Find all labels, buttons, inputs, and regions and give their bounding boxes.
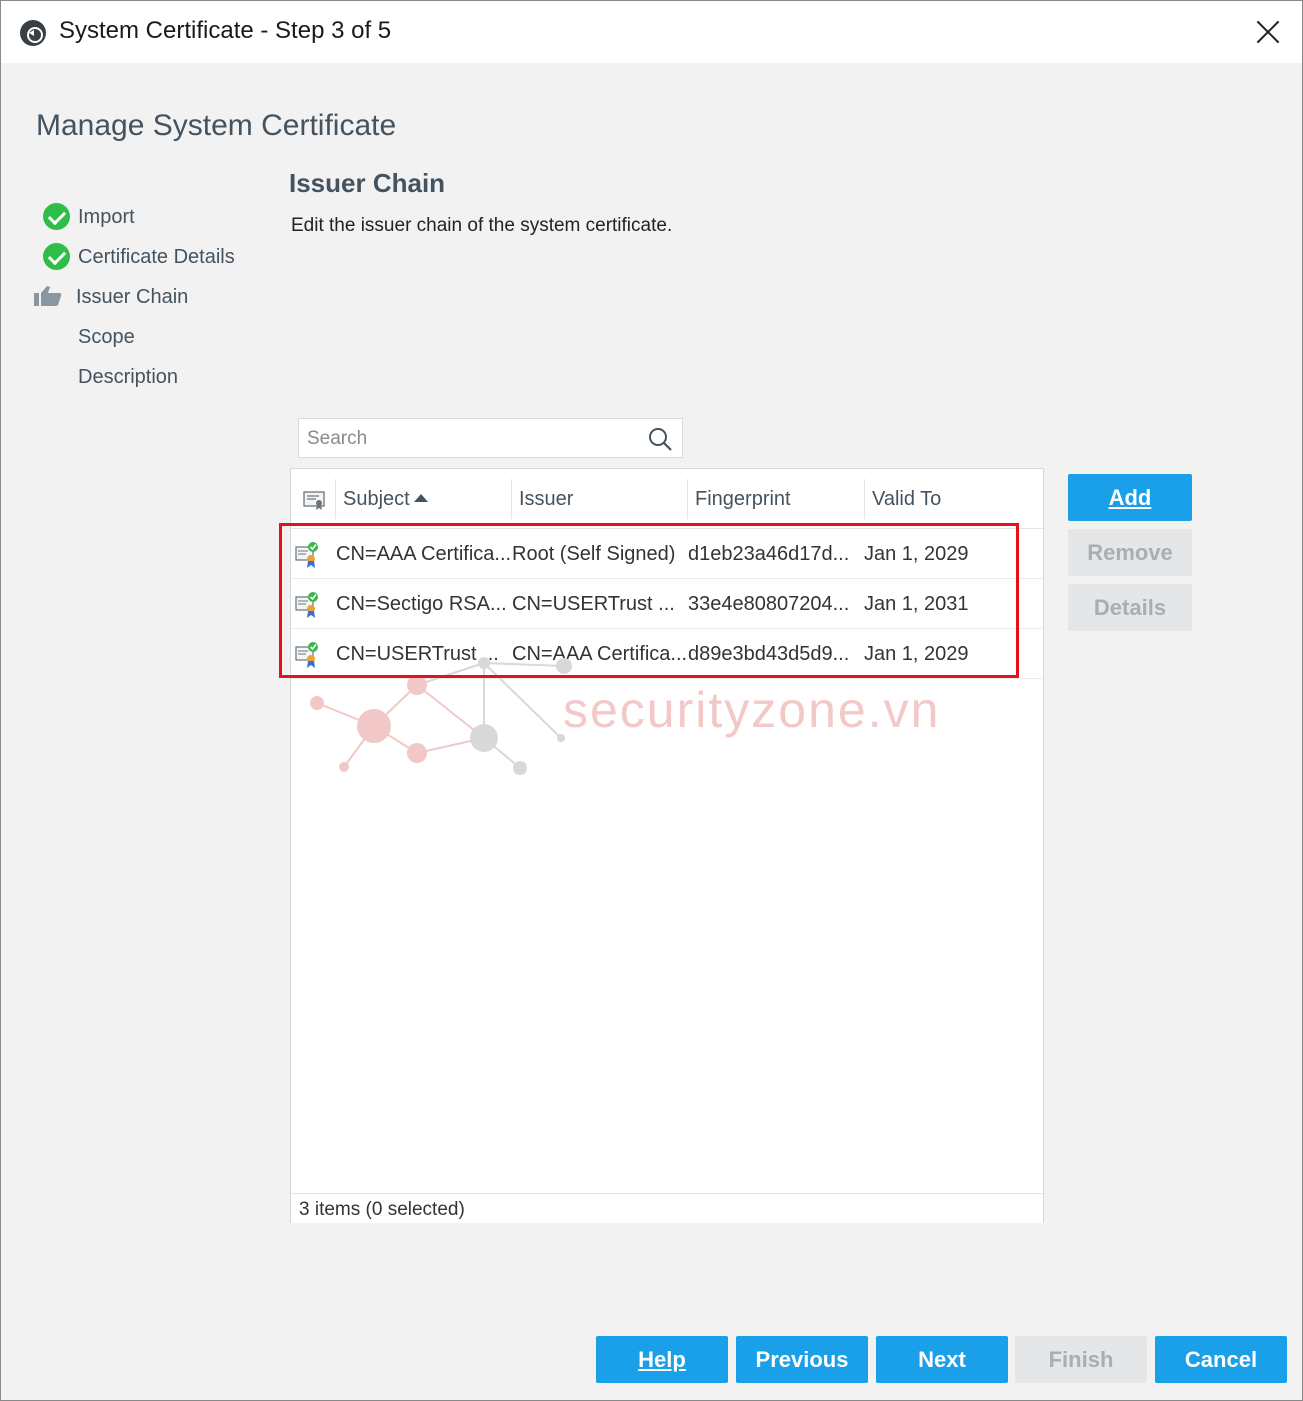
help-button[interactable]: Help [596, 1336, 728, 1383]
cell-issuer: Root (Self Signed) [512, 543, 676, 565]
search-input[interactable] [307, 427, 637, 451]
help-button-label: Help [638, 1347, 686, 1372]
details-button[interactable]: Details [1068, 584, 1192, 631]
cell-valid-to: Jan 1, 2031 [864, 593, 969, 615]
sort-ascending-icon [413, 494, 428, 502]
finish-button-label: Finish [1048, 1347, 1114, 1372]
finish-button[interactable]: Finish [1015, 1336, 1147, 1383]
close-icon[interactable] [1251, 15, 1285, 49]
previous-button-label: Previous [755, 1347, 849, 1372]
cancel-button[interactable]: Cancel [1155, 1336, 1287, 1383]
table-row[interactable]: CN=AAA Certifica... Root (Self Signed) d… [291, 529, 1043, 579]
cancel-button-label: Cancel [1184, 1347, 1258, 1372]
cell-issuer: CN=USERTrust ... [512, 593, 675, 615]
check-circle-icon [43, 203, 70, 230]
remove-button[interactable]: Remove [1068, 529, 1192, 576]
step-certificate-details: Certificate Details [31, 237, 271, 277]
add-button-label: Add [1108, 485, 1152, 510]
previous-button[interactable]: Previous [736, 1336, 868, 1383]
column-header-issuer[interactable]: Issuer [511, 479, 687, 519]
column-header-label: Subject [343, 488, 410, 510]
column-header-subject[interactable]: Subject [335, 479, 511, 519]
table-row[interactable]: CN=USERTrust ... CN=AAA Certifica... d89… [291, 629, 1043, 679]
next-button-label: Next [918, 1347, 966, 1372]
next-button[interactable]: Next [876, 1336, 1008, 1383]
step-label: Issuer Chain [76, 286, 189, 308]
window-title: System Certificate - Step 3 of 5 [59, 17, 392, 44]
table-header: Subject Issuer Fingerprint Valid To [291, 469, 1043, 529]
wizard-dialog: System Certificate - Step 3 of 5 Manage … [0, 0, 1303, 1401]
remove-button-label: Remove [1087, 540, 1173, 565]
title-bar: System Certificate - Step 3 of 5 [1, 1, 1302, 63]
issuer-chain-table: Subject Issuer Fingerprint Valid To CN=A… [290, 468, 1044, 1223]
step-import: Import [31, 197, 271, 237]
check-circle-icon [43, 243, 70, 270]
valid-certificate-icon [295, 592, 318, 618]
step-label: Import [78, 206, 135, 228]
valid-certificate-icon [295, 642, 318, 668]
cell-subject: CN=USERTrust ... [336, 643, 499, 665]
step-label: Certificate Details [78, 246, 235, 268]
search-box [298, 418, 683, 458]
cell-fingerprint: d89e3bd43d5d9... [688, 643, 850, 665]
table-footer: 3 items (0 selected) [291, 1193, 1043, 1223]
section-title: Issuer Chain [289, 168, 446, 198]
cell-issuer: CN=AAA Certifica... [512, 643, 688, 665]
column-header-fingerprint[interactable]: Fingerprint [687, 479, 864, 519]
step-description: Description [31, 357, 271, 397]
page-title: Manage System Certificate [36, 109, 397, 142]
search-icon[interactable] [648, 427, 672, 451]
cell-valid-to: Jan 1, 2029 [864, 643, 969, 665]
app-logo-icon [20, 20, 46, 46]
cell-subject: CN=AAA Certifica... [336, 543, 512, 565]
step-label: Description [78, 366, 179, 388]
cell-subject: CN=Sectigo RSA... [336, 593, 507, 615]
cell-valid-to: Jan 1, 2029 [864, 543, 969, 565]
details-button-label: Details [1093, 595, 1167, 620]
table-row[interactable]: CN=Sectigo RSA... CN=USERTrust ... 33e4e… [291, 579, 1043, 629]
step-scope: Scope [31, 317, 271, 357]
section-description: Edit the issuer chain of the system cert… [291, 215, 673, 236]
valid-certificate-icon [295, 542, 318, 568]
column-header-valid-to[interactable]: Valid To [864, 479, 1043, 519]
step-label: Scope [78, 326, 135, 348]
step-issuer-chain: Issuer Chain [31, 277, 271, 317]
thumbs-up-icon [34, 286, 62, 306]
add-button[interactable]: Add [1068, 474, 1192, 521]
selection-count: 3 items (0 selected) [299, 1199, 465, 1220]
cell-fingerprint: 33e4e80807204... [688, 593, 850, 615]
cell-fingerprint: d1eb23a46d17d... [688, 543, 850, 565]
certificate-column-icon [303, 491, 325, 510]
